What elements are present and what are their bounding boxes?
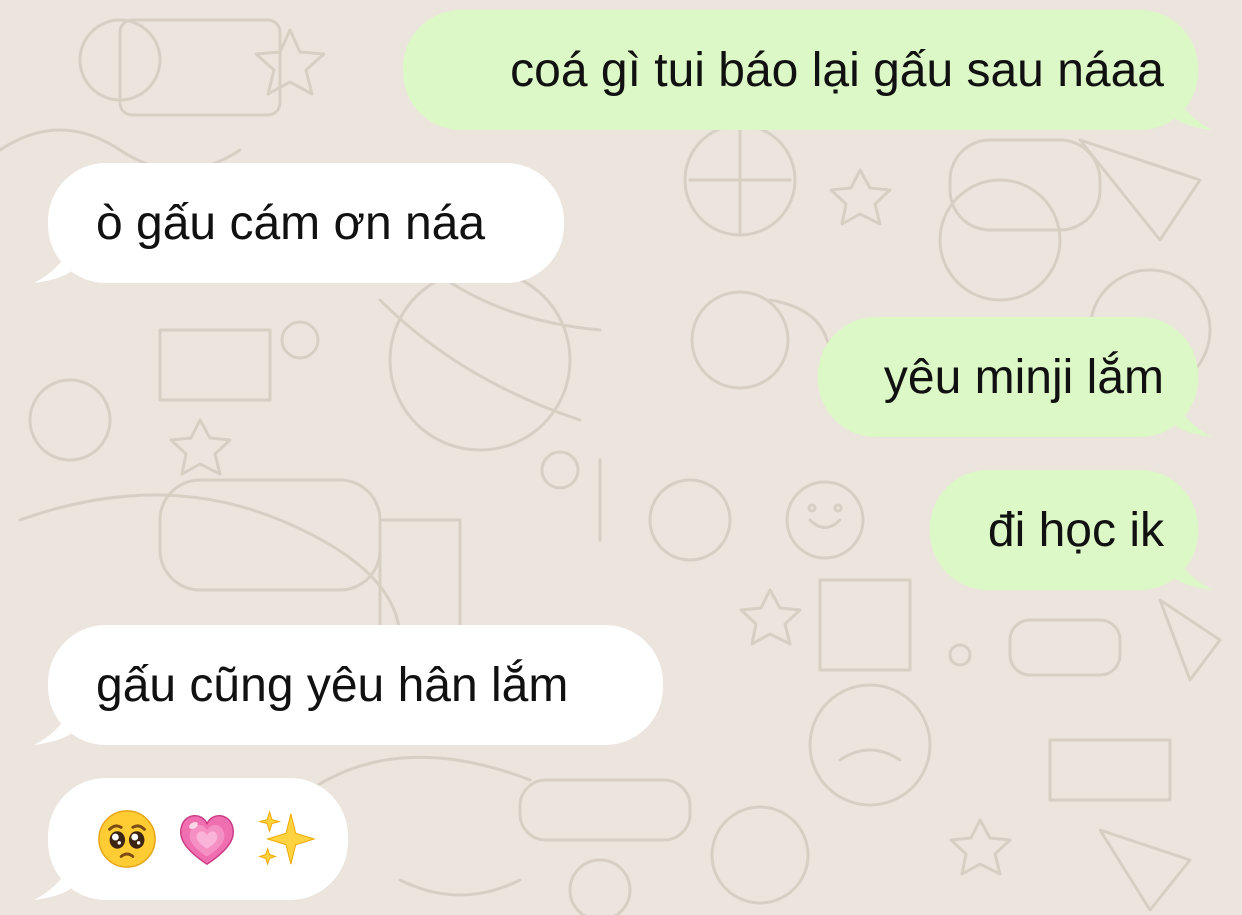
message-text: gấu cũng yêu hân lắm [96,658,569,712]
message-bubble-outgoing[interactable]: coá gì tui báo lại gấu sau náaa [403,10,1212,130]
bubble-tail [34,697,74,745]
message-bubble-outgoing[interactable]: đi học ik [930,470,1212,590]
message-bubble-outgoing[interactable]: yêu minji lắm [818,317,1212,437]
bubble-tail [1172,82,1212,130]
message-bubble-incoming-emoji[interactable] [34,778,348,900]
sparkles-icon [256,808,318,870]
bubble-tail [34,852,74,900]
bubble-tail [1172,542,1212,590]
message-text: yêu minji lắm [883,350,1164,404]
message-bubble-incoming[interactable]: gấu cũng yêu hân lắm [34,625,663,745]
bubble-tail [34,235,74,283]
growing-heart-icon [176,808,238,870]
message-text: đi học ik [987,503,1164,557]
message-bubble-incoming[interactable]: ò gấu cám ơn náa [34,163,564,283]
emoji-row [96,808,318,870]
message-text: ò gấu cám ơn náa [96,196,486,250]
message-text: coá gì tui báo lại gấu sau náaa [510,43,1164,97]
pleading-face-icon [96,808,158,870]
bubble-tail [1172,389,1212,437]
